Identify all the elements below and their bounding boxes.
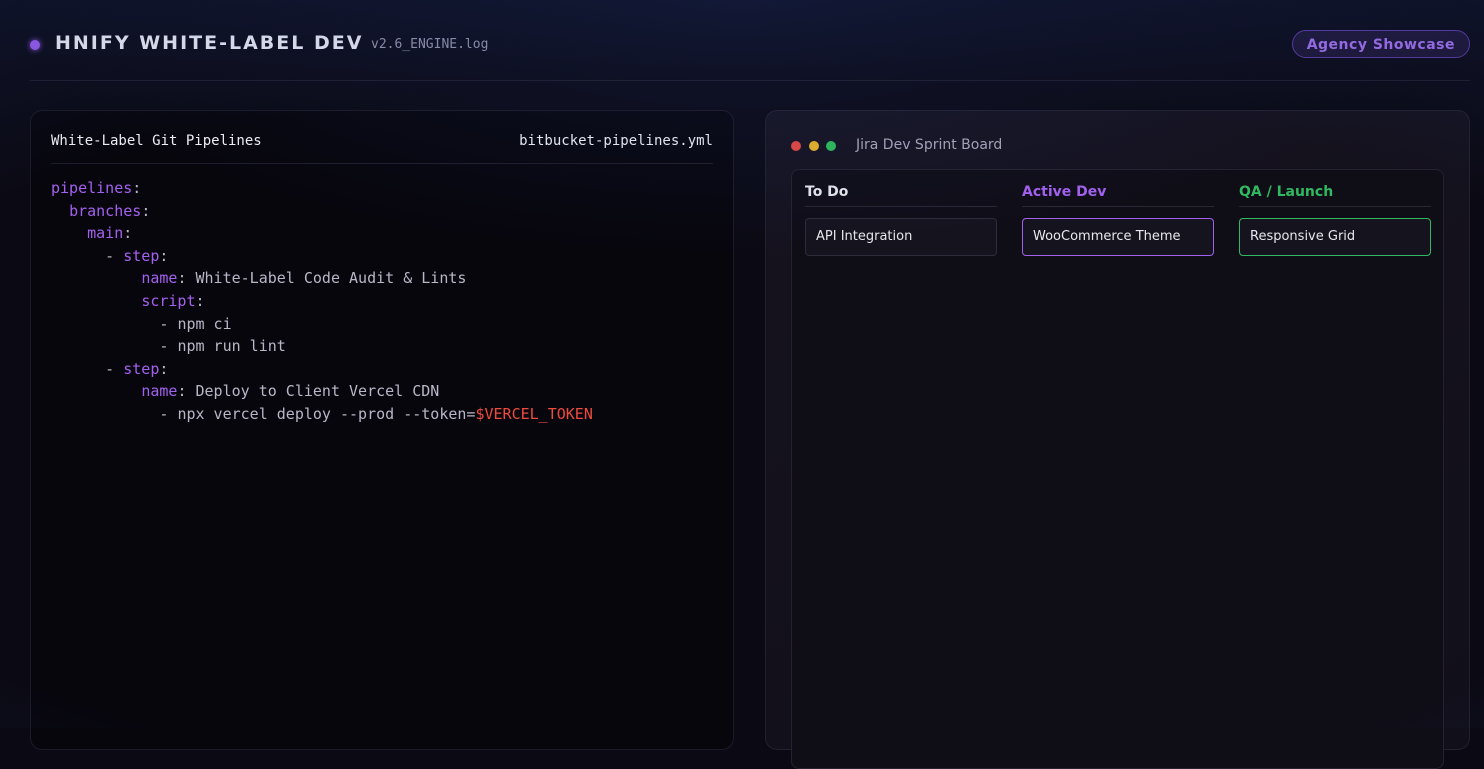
- code-line: pipelines:: [51, 179, 142, 197]
- column-title: To Do: [805, 184, 997, 207]
- code-key: branches: [69, 201, 142, 220]
- window-maximize-icon[interactable]: [826, 141, 836, 151]
- code-value: White-Label Code Audit & Lints: [195, 269, 467, 288]
- code-line: name: White-Label Code Audit & Lints: [141, 269, 467, 288]
- code-line: - step:: [51, 246, 169, 265]
- code-value: Deploy to Client Vercel CDN: [195, 382, 440, 401]
- column-title: Active Dev: [1022, 184, 1214, 207]
- code-key: script: [141, 291, 196, 310]
- window-minimize-icon[interactable]: [809, 141, 819, 151]
- code-key: step: [123, 246, 160, 265]
- code-key: name: [141, 269, 178, 288]
- column-title: QA / Launch: [1239, 184, 1431, 207]
- code-key: step: [123, 359, 160, 378]
- code-block: pipelines: branches: main: - step: name:…: [51, 177, 713, 426]
- code-key: pipelines: [51, 179, 133, 197]
- board-title: Jira Dev Sprint Board: [856, 137, 1003, 153]
- code-line: script:: [141, 291, 205, 310]
- code-line: name: Deploy to Client Vercel CDN: [141, 382, 440, 401]
- task-card[interactable]: WooCommerce Theme: [1022, 218, 1214, 256]
- code-line: branches:: [69, 201, 151, 220]
- top-bar: HNIFY WHITE-LABEL DEV v2.6_ENGINE.log Ag…: [30, 0, 1470, 81]
- code-token-variable: $VERCEL_TOKEN: [475, 404, 593, 423]
- code-panel-header: White-Label Git Pipelines bitbucket-pipe…: [51, 111, 713, 164]
- agency-showcase-button[interactable]: Agency Showcase: [1291, 30, 1470, 58]
- code-key: main: [87, 224, 124, 243]
- code-panel-title: White-Label Git Pipelines: [51, 133, 262, 149]
- code-filename: bitbucket-pipelines.yml: [519, 133, 713, 149]
- code-line: - step:: [51, 359, 169, 378]
- task-card[interactable]: Responsive Grid: [1239, 218, 1431, 256]
- pipeline-code-panel: White-Label Git Pipelines bitbucket-pipe…: [30, 110, 734, 750]
- code-line: - npm run lint: [51, 337, 286, 356]
- task-card[interactable]: API Integration: [805, 218, 997, 256]
- sprint-board-window: Jira Dev Sprint Board To Do API Integrat…: [765, 110, 1470, 769]
- code-value: npm ci: [177, 314, 232, 333]
- code-line: main:: [87, 224, 133, 243]
- status-dot-icon: [30, 40, 40, 50]
- version-label: v2.6_ENGINE.log: [371, 37, 489, 52]
- window-close-icon[interactable]: [791, 141, 801, 151]
- code-value: npx vercel deploy --prod --token=: [177, 404, 476, 423]
- board-columns: To Do API Integration Active Dev WooComm…: [791, 169, 1444, 769]
- code-key: name: [141, 382, 178, 401]
- brand-title: HNIFY WHITE-LABEL DEV: [55, 32, 364, 54]
- code-value: npm run lint: [177, 337, 286, 356]
- code-line: - npx vercel deploy --prod --token=$VERC…: [51, 404, 593, 423]
- code-line: - npm ci: [51, 314, 232, 333]
